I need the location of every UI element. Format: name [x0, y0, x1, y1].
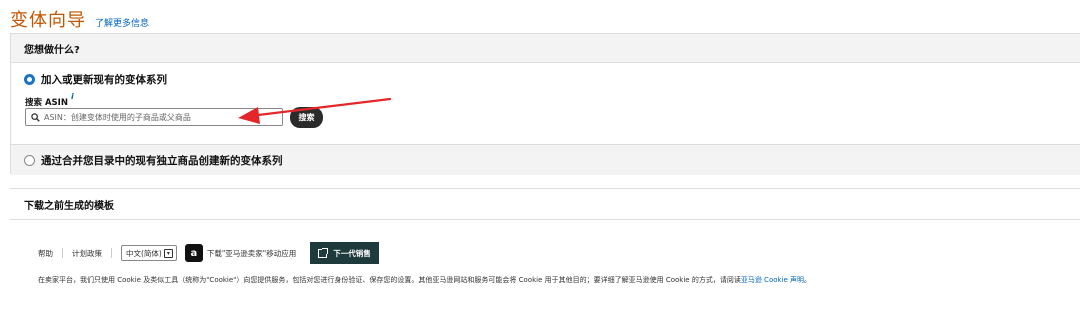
- option-create-new-label: 通过合并您目录中的现有独立商品创建新的变体系列: [41, 154, 283, 167]
- divider: [62, 248, 63, 258]
- cookie-notice: 在卖家平台，我们只使用 Cookie 及类似工具（统称为"Cookie"）向您提…: [38, 275, 811, 285]
- mobile-app-link[interactable]: 下载"亚马逊卖家"移动应用: [207, 248, 296, 259]
- seller-app-icon[interactable]: a: [184, 244, 203, 262]
- templates-section[interactable]: 下载之前生成的模板: [10, 188, 1080, 220]
- divider: [111, 248, 112, 258]
- search-asin-label: 搜索 ASIN i: [25, 92, 74, 108]
- variation-panel: 您想做什么? 加入或更新现有的变体系列 搜索 ASIN i 搜索 通过合并您目录…: [10, 33, 1080, 175]
- radio-unselected-icon[interactable]: [24, 154, 35, 166]
- footer: 帮助 计划政策 中文(简体) ▾ a 下载"亚马逊卖家"移动应用 下一代销售: [38, 241, 379, 265]
- language-value: 中文(简体): [126, 248, 162, 258]
- cookie-statement-link[interactable]: 亚马逊 Cookie 声明: [741, 276, 804, 284]
- cookie-end: 。: [804, 276, 812, 284]
- chevron-down-icon: ▾: [163, 248, 173, 258]
- search-icon: [31, 112, 40, 122]
- option-join-existing[interactable]: 加入或更新现有的变体系列: [24, 72, 167, 87]
- external-link-icon: [318, 247, 329, 258]
- radio-selected-icon[interactable]: [24, 74, 35, 85]
- templates-label: 下载之前生成的模板: [24, 200, 114, 212]
- panel-heading: 您想做什么?: [11, 34, 1080, 63]
- cookie-text: 在卖家平台，我们只使用 Cookie 及类似工具（统称为"Cookie"）向您提…: [38, 276, 741, 284]
- language-select[interactable]: 中文(简体) ▾: [121, 245, 177, 261]
- option-join-existing-label: 加入或更新现有的变体系列: [41, 74, 167, 86]
- option-create-new[interactable]: 通过合并您目录中的现有独立商品创建新的变体系列: [11, 144, 1080, 175]
- annotation-arrow-icon: [238, 97, 392, 124]
- next-gen-selling-label: 下一代销售: [333, 248, 371, 258]
- search-asin-label-text: 搜索 ASIN: [25, 98, 68, 108]
- learn-more-link[interactable]: 了解更多信息: [95, 16, 149, 29]
- page-title: 变体向导: [10, 10, 86, 31]
- policies-link[interactable]: 计划政策: [72, 248, 102, 259]
- info-icon[interactable]: i: [71, 92, 74, 101]
- help-link[interactable]: 帮助: [38, 248, 53, 259]
- header: 变体向导 了解更多信息: [10, 6, 149, 32]
- next-gen-selling-button[interactable]: 下一代销售: [310, 242, 379, 264]
